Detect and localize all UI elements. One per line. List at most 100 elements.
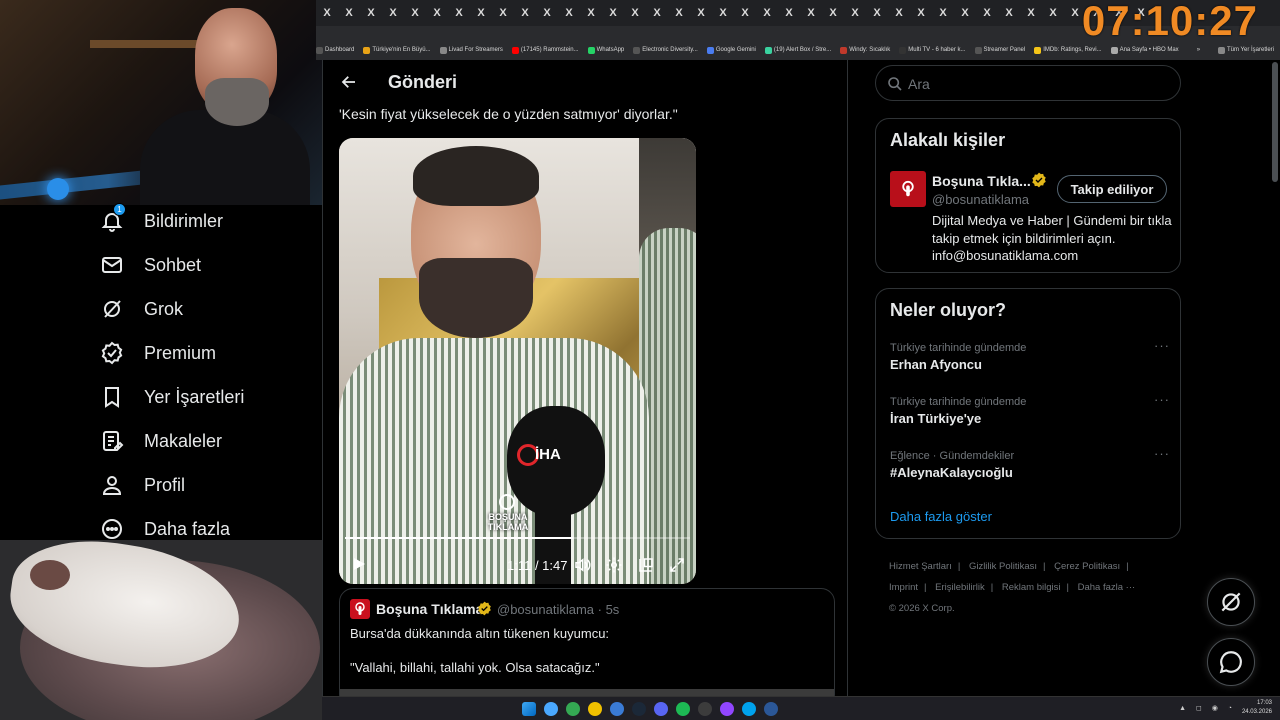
back-button[interactable]	[337, 70, 361, 94]
taskbar-app-icon[interactable]	[764, 702, 778, 716]
more-dots-icon[interactable]: ···	[1154, 447, 1170, 462]
browser-tab[interactable]: X	[383, 3, 403, 23]
browser-tab[interactable]: X	[647, 3, 667, 23]
browser-tab[interactable]: X	[515, 3, 535, 23]
browser-tab[interactable]: X	[537, 3, 557, 23]
quoted-post[interactable]: Boşuna Tıklama @bosunatiklama · 5s Bursa…	[339, 588, 835, 696]
footer-link[interactable]: Hizmet Şartları	[889, 561, 952, 572]
browser-tab[interactable]: X	[691, 3, 711, 23]
browser-tab[interactable]: X	[735, 3, 755, 23]
taskbar-app-icon[interactable]	[566, 702, 580, 716]
taskbar-app-icon[interactable]	[654, 702, 668, 716]
browser-tab[interactable]: X	[1021, 3, 1041, 23]
show-more-link[interactable]: Daha fazla göster	[890, 509, 992, 524]
browser-tab[interactable]: X	[757, 3, 777, 23]
taskbar-app-icon[interactable]	[698, 702, 712, 716]
video-progress-bar[interactable]	[345, 537, 690, 539]
bookmark-item[interactable]: Electronic Diversity...	[633, 46, 698, 54]
browser-tab[interactable]: X	[581, 3, 601, 23]
settings-button[interactable]	[605, 556, 623, 574]
browser-tab[interactable]: X	[889, 3, 909, 23]
quoted-author-name[interactable]: Boşuna Tıklama	[376, 601, 483, 617]
search-box[interactable]	[875, 65, 1181, 101]
browser-tab[interactable]: X	[977, 3, 997, 23]
browser-tab[interactable]: X	[405, 3, 425, 23]
browser-tab[interactable]: X	[713, 3, 733, 23]
browser-tab[interactable]: X	[845, 3, 865, 23]
browser-tab[interactable]: X	[867, 3, 887, 23]
taskbar-app-icon[interactable]	[742, 702, 756, 716]
bookmark-item[interactable]: (17145) Rammstein...	[511, 46, 579, 54]
nav-item-grok[interactable]: Grok	[100, 293, 183, 325]
browser-tab[interactable]: X	[823, 3, 843, 23]
nav-item-premium[interactable]: Premium	[100, 337, 216, 369]
browser-tab[interactable]: X	[317, 3, 337, 23]
browser-tab[interactable]: X	[361, 3, 381, 23]
taskbar-app-icon[interactable]	[544, 702, 558, 716]
browser-tab[interactable]: X	[449, 3, 469, 23]
following-button[interactable]: Takip ediliyor	[1057, 175, 1167, 203]
bookmark-item[interactable]: Streamer Panel	[974, 46, 1025, 54]
related-user-name[interactable]: Boşuna Tıkla...	[932, 173, 1031, 189]
volume-button[interactable]	[573, 556, 591, 574]
avatar[interactable]	[890, 171, 926, 207]
pip-button[interactable]	[637, 556, 655, 574]
browser-tab[interactable]: X	[603, 3, 623, 23]
bookmark-item[interactable]: Windy: Sıcaklık	[840, 46, 890, 54]
nav-item-bookmarks[interactable]: Yer İşaretleri	[100, 381, 244, 413]
bookmark-item[interactable]: (19) Alert Box / Stre...	[764, 46, 831, 54]
browser-tab[interactable]: X	[955, 3, 975, 23]
nav-item-profile[interactable]: Profil	[100, 469, 185, 501]
bookmark-item[interactable]: Livad For Streamers	[439, 46, 503, 54]
quoted-media[interactable]	[340, 689, 834, 696]
more-dots-icon[interactable]: ···	[1154, 339, 1170, 354]
browser-tab[interactable]: X	[779, 3, 799, 23]
footer-link[interactable]: Reklam bilgisi	[1002, 582, 1061, 593]
taskbar-app-icon[interactable]	[610, 702, 624, 716]
footer-link[interactable]: Daha fazla ···	[1078, 582, 1136, 593]
browser-tab[interactable]: X	[471, 3, 491, 23]
taskbar-app-icon[interactable]	[632, 702, 646, 716]
fullscreen-button[interactable]	[668, 556, 686, 574]
taskbar-app-icon[interactable]	[676, 702, 690, 716]
taskbar-clock[interactable]: 17:03 24.03.2026	[1242, 699, 1272, 717]
browser-tab[interactable]: X	[339, 3, 359, 23]
footer-link[interactable]: Erişilebilirlik	[935, 582, 985, 593]
bookmark-item[interactable]: Multi TV - 6 haber k...	[899, 46, 966, 54]
play-button[interactable]	[351, 556, 367, 572]
browser-tab[interactable]: X	[999, 3, 1019, 23]
bookmark-item[interactable]: Ana Sayfa • HBO Max	[1110, 46, 1179, 54]
grok-button[interactable]	[1207, 578, 1255, 626]
bookmark-item[interactable]: »	[1188, 47, 1200, 54]
bookmark-item[interactable]: Dashboard	[316, 46, 354, 54]
browser-tab[interactable]: X	[911, 3, 931, 23]
browser-tab[interactable]: X	[493, 3, 513, 23]
windows-start-icon[interactable]	[522, 702, 536, 716]
browser-tab[interactable]: X	[933, 3, 953, 23]
system-tray[interactable]: ▲ ◻ ◉ ◔	[1179, 704, 1236, 712]
browser-tab[interactable]: X	[1043, 3, 1063, 23]
more-dots-icon[interactable]: ···	[1154, 393, 1170, 408]
taskbar-app-icon[interactable]	[720, 702, 734, 716]
messages-button[interactable]	[1207, 638, 1255, 686]
trend-item[interactable]: Eğlence · Gündemdekiler #AleynaKalaycıoğ…	[890, 447, 1170, 480]
browser-tab[interactable]: X	[559, 3, 579, 23]
search-input[interactable]	[908, 74, 1168, 94]
nav-item-chat[interactable]: Sohbet	[100, 249, 201, 281]
avatar[interactable]	[350, 599, 370, 619]
nav-item-notifications[interactable]: 1 Bildirimler	[100, 203, 223, 237]
trend-item[interactable]: Türkiye tarihinde gündemde İran Türkiye'…	[890, 393, 1170, 426]
video-player[interactable]: İHA BOŞUNA TIKLAMA 1:11 / 1:47	[339, 138, 696, 584]
nav-item-articles[interactable]: Makaleler	[100, 425, 222, 457]
bookmark-item[interactable]: Google Gemini	[706, 46, 756, 54]
browser-tab[interactable]: X	[625, 3, 645, 23]
trend-item[interactable]: Türkiye tarihinde gündemde Erhan Afyoncu…	[890, 339, 1170, 372]
browser-tab[interactable]: X	[801, 3, 821, 23]
nav-item-more[interactable]: Daha fazla	[100, 513, 230, 545]
footer-link[interactable]: Imprint	[889, 582, 918, 593]
browser-tab[interactable]: X	[427, 3, 447, 23]
scrollbar[interactable]	[1272, 62, 1278, 182]
bookmark-item[interactable]: Türkiye'nin En Büyü...	[363, 46, 431, 54]
footer-link[interactable]: Gizlilik Politikası	[969, 561, 1037, 572]
bookmark-item[interactable]: IMDb: Ratings, Revi...	[1034, 46, 1102, 54]
